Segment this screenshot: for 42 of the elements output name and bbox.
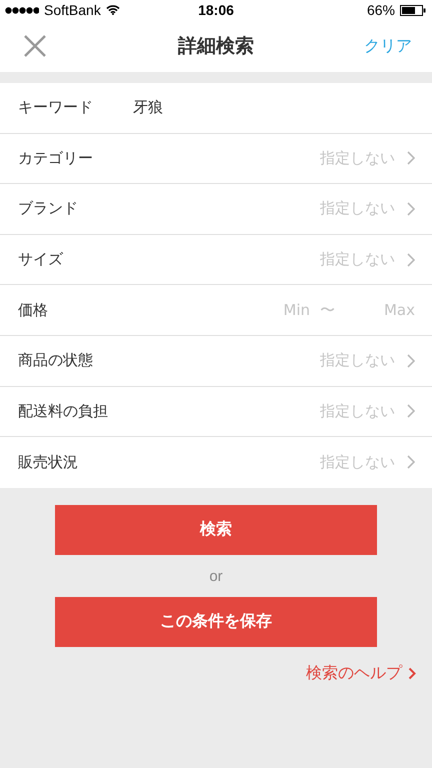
row-label: 販売状況 — [18, 452, 78, 472]
chevron-right-icon — [407, 252, 415, 267]
filter-row[interactable]: 商品の状態 指定しない — [0, 336, 432, 387]
filter-row[interactable]: 販売状況 指定しない — [0, 437, 432, 488]
battery-percent: 66% — [366, 2, 395, 18]
wifi-icon — [106, 5, 120, 15]
keyword-field[interactable]: 牙狼 — [133, 98, 415, 117]
filter-row[interactable]: 配送料の負担 指定しない — [0, 386, 432, 438]
chevron-right-icon — [407, 455, 415, 470]
min-price-field[interactable]: Min — [270, 301, 310, 320]
chevron-right-icon — [407, 354, 415, 368]
screen-title: 詳細検索 — [178, 34, 254, 59]
carrier-name: SoftBank — [44, 2, 101, 18]
row-value: 指定しない — [320, 199, 395, 218]
or-text: or — [209, 568, 223, 585]
filter-row[interactable]: サイズ 指定しない — [0, 234, 432, 286]
chevron-right-icon — [407, 404, 415, 418]
close-icon[interactable] — [23, 34, 47, 58]
row-label: サイズ — [18, 250, 63, 270]
status-time: 18:06 — [198, 2, 234, 18]
row-label: キーワード — [18, 98, 93, 118]
chevron-right-icon — [408, 666, 416, 680]
row-label: カテゴリー — [18, 148, 93, 168]
row-value: 指定しない — [320, 148, 395, 168]
range-separator: 〜 — [320, 300, 335, 320]
max-price-field[interactable]: Max — [335, 301, 415, 320]
row-value: 指定しない — [320, 452, 395, 472]
save-conditions-button[interactable]: この条件を保存 — [55, 596, 377, 647]
battery-icon — [400, 4, 426, 16]
row-value: 指定しない — [320, 402, 395, 421]
filter-row[interactable]: カテゴリー 指定しない — [0, 134, 432, 184]
row-label: 配送料の負担 — [18, 402, 108, 421]
row-label: 価格 — [18, 300, 48, 320]
row-value: 指定しない — [320, 250, 395, 270]
row-label: ブランド — [18, 199, 78, 218]
search-button[interactable]: 検索 — [55, 504, 377, 555]
signal-icon — [5, 6, 39, 14]
chevron-right-icon — [407, 202, 415, 216]
row-label: 商品の状態 — [18, 351, 93, 370]
row-value: 指定しない — [320, 351, 395, 370]
filter-row[interactable]: ブランド 指定しない — [0, 184, 432, 235]
chevron-right-icon — [407, 151, 415, 166]
